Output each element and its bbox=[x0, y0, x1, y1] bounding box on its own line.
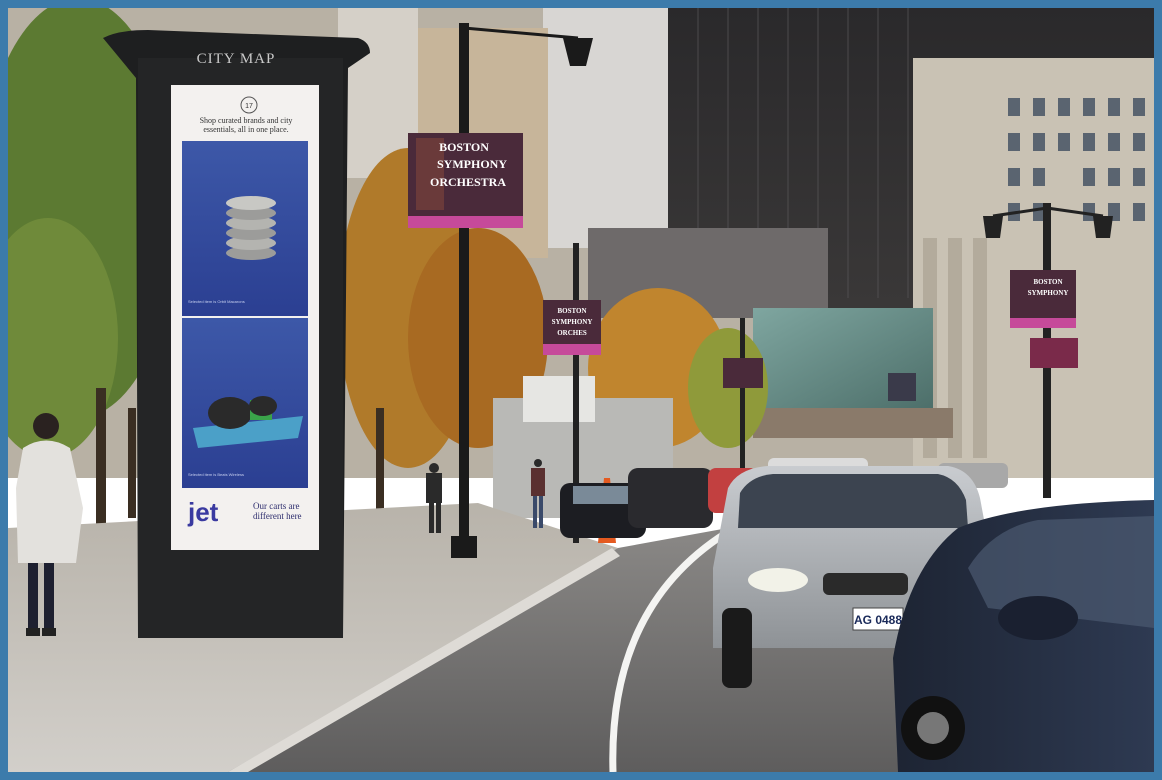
kiosk-header: CITY MAP bbox=[197, 51, 276, 67]
banner-2-line1: BOSTON bbox=[557, 307, 586, 315]
ad-caption-bottom: Selected item is Beats Wireless bbox=[188, 472, 244, 477]
white-tower bbox=[543, 8, 668, 248]
photo-frame: BOSTON SYMPHONY ORCHESTRA BOSTON SYMPHON… bbox=[0, 0, 1162, 780]
ad-caption-top: Selected item is Orbit Macarons bbox=[188, 299, 245, 304]
banner-3-line1: BOSTON bbox=[1033, 278, 1062, 286]
small-banner-far bbox=[723, 358, 763, 388]
banner-2-line2: SYMPHONY bbox=[552, 318, 593, 326]
symphony-banner-1: BOSTON SYMPHONY ORCHESTRA bbox=[408, 133, 523, 228]
banner-3-line2: SYMPHONY bbox=[1028, 289, 1069, 297]
ad-badge: 17 bbox=[245, 103, 253, 110]
symphony-banner-2: BOSTON SYMPHONY ORCHES bbox=[543, 300, 601, 355]
small-banner-far-right bbox=[888, 373, 916, 401]
jet-logo: jet bbox=[187, 497, 219, 527]
banner-1-line2: SYMPHONY bbox=[437, 157, 507, 171]
banner-1-line1: BOSTON bbox=[439, 140, 489, 154]
blank-street-sign bbox=[523, 376, 595, 422]
symphony-banner-3: BOSTON SYMPHONY bbox=[1010, 270, 1076, 328]
street-scene-photo: BOSTON SYMPHONY ORCHESTRA BOSTON SYMPHON… bbox=[8, 8, 1154, 772]
ad-slogan: Our carts are different here bbox=[253, 501, 302, 521]
banner-1-line3: ORCHESTRA bbox=[430, 175, 506, 189]
small-banner-right bbox=[1030, 338, 1078, 368]
license-plate: AG 0488 bbox=[854, 613, 902, 627]
ad-tagline: Shop curated brands and city essentials,… bbox=[199, 116, 293, 134]
ad-slogan-wrap: Our carts are different here bbox=[253, 501, 302, 521]
city-map-kiosk: CITY MAP 17 Shop curated brands and city… bbox=[103, 30, 370, 638]
atrium-base bbox=[753, 408, 953, 438]
banner-2-line3: ORCHES bbox=[557, 329, 587, 337]
